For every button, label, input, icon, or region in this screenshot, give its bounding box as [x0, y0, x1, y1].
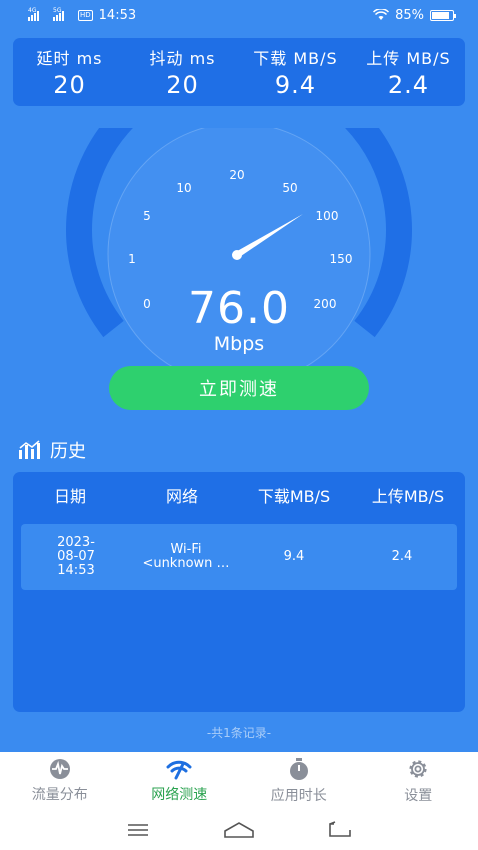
history-header: 历史: [18, 437, 86, 463]
metrics-panel: 延时 ms 20 抖动 ms 20 下载 MB/S 9.4 上传 MB/S 2.…: [13, 38, 465, 106]
battery-percent: 85%: [395, 7, 424, 23]
history-table: 日期 网络 下载MB/S 上传MB/S 2023- 08-07 14:53 Wi…: [13, 472, 465, 712]
status-time: 14:53: [98, 7, 137, 23]
nav-item-app-time[interactable]: 应用时长: [239, 752, 359, 810]
start-test-button[interactable]: 立即测速: [109, 366, 369, 410]
status-right: 85%: [373, 7, 456, 23]
row-upload: 2.4: [391, 549, 413, 564]
gauge-tick: 100: [316, 209, 339, 223]
metric-latency: 延时 ms 20: [13, 45, 126, 99]
speed-value: 76.0: [188, 283, 290, 334]
record-count: -共1条记录-: [206, 726, 272, 740]
row-network: Wi-Fi <unknown …: [131, 543, 241, 571]
history-title: 历史: [50, 441, 86, 462]
status-left: 4G 5G HD 14:53: [28, 7, 137, 23]
nav-label: 流量分布: [31, 787, 88, 803]
metric-value: 20: [166, 71, 199, 99]
row-network-line: <unknown …: [142, 556, 230, 571]
status-bar: 4G 5G HD 14:53 85%: [0, 0, 478, 30]
gauge-tick: 20: [229, 168, 244, 182]
history-row[interactable]: 2023- 08-07 14:53 Wi-Fi <unknown … 9.4 2…: [21, 524, 457, 590]
timer-icon: [289, 758, 308, 780]
row-date-line: 08-07: [57, 549, 95, 564]
gauge-tick: 150: [330, 252, 353, 266]
metric-value: 2.4: [387, 71, 430, 99]
history-table-header: 日期 网络 下载MB/S 上传MB/S: [13, 472, 465, 518]
system-nav-bar: [0, 810, 478, 850]
gauge-tick: 1: [128, 252, 136, 266]
nav-label: 应用时长: [270, 788, 327, 804]
network-type-2: 5G: [53, 7, 62, 14]
network-type-1: 4G: [28, 7, 37, 14]
gauge-tick: 5: [143, 209, 151, 223]
metric-download: 下载 MB/S 9.4: [239, 45, 352, 99]
home-icon[interactable]: [223, 821, 255, 839]
nav-label: 设置: [404, 788, 433, 804]
column-header-upload: 上传MB/S: [371, 487, 445, 506]
metric-value: 9.4: [274, 71, 317, 99]
nav-label: 网络测速: [151, 787, 208, 803]
row-download: 9.4: [283, 549, 305, 564]
nav-item-speedtest[interactable]: 网络测速: [120, 752, 240, 810]
gear-icon: [409, 760, 427, 778]
bottom-nav: 流量分布 网络测速 应用时长 设置: [0, 752, 478, 850]
gauge-needle-hub: [232, 250, 242, 260]
nav-item-traffic[interactable]: 流量分布: [0, 752, 120, 810]
metric-label: 下载 MB/S: [253, 49, 338, 68]
column-header-network: 网络: [165, 487, 198, 506]
wifi-speed-icon: [166, 760, 192, 780]
gauge-tick: 50: [282, 181, 297, 195]
gauge-tick: 10: [176, 181, 191, 195]
metric-label: 上传 MB/S: [366, 49, 451, 68]
cell-signal-icon: 5G: [53, 7, 64, 21]
row-network-line: Wi-Fi: [170, 542, 202, 557]
row-date-line: 14:53: [57, 563, 95, 578]
metric-label: 抖动 ms: [149, 49, 216, 68]
metric-jitter: 抖动 ms 20: [126, 45, 239, 99]
bar-chart-icon: [19, 440, 40, 459]
back-icon[interactable]: [328, 821, 352, 839]
battery-icon: [430, 9, 456, 21]
row-date: 2023- 08-07 14:53: [21, 536, 131, 578]
cell-signal-icon: 4G: [28, 7, 39, 21]
metric-upload: 上传 MB/S 2.4: [352, 45, 465, 99]
metric-value: 20: [53, 71, 86, 99]
traffic-wave-icon: [49, 759, 70, 779]
column-header-download: 下载MB/S: [257, 487, 331, 506]
nav-item-settings[interactable]: 设置: [359, 752, 478, 810]
hd-badge: HD: [78, 9, 93, 21]
wifi-icon: [373, 9, 390, 20]
menu-icon[interactable]: [126, 822, 150, 838]
metric-label: 延时 ms: [36, 49, 103, 68]
row-date-line: 2023-: [57, 535, 95, 550]
column-header-date: 日期: [53, 487, 86, 506]
speed-unit: Mbps: [213, 333, 265, 355]
